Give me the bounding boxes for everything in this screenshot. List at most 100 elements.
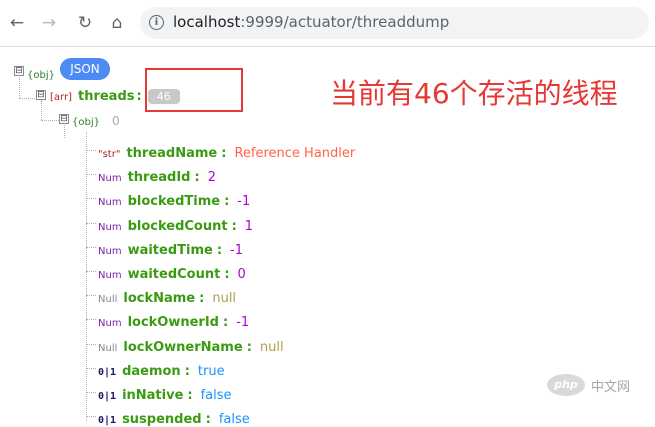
collapse-item-toggle[interactable]: ⊟	[59, 114, 69, 124]
field-row: Num blockedTime: -1	[98, 190, 250, 209]
field-row: Num waitedCount:0	[98, 263, 246, 282]
field-value: false	[218, 412, 250, 427]
url-text[interactable]: localhost:9999/actuator/threaddump	[173, 13, 449, 31]
tree-line	[86, 222, 96, 224]
field-row: Null lockName: null	[98, 287, 236, 306]
watermark: php 中文网	[547, 372, 630, 398]
type-tag: Num	[98, 221, 122, 233]
node-colon: :	[136, 89, 142, 104]
field-colon: :	[194, 170, 200, 186]
field-colon: :	[187, 388, 193, 403]
tree-line	[86, 271, 96, 272]
type-tag: {obj}	[72, 117, 100, 128]
highlight-box	[145, 68, 243, 112]
tree-line	[86, 343, 96, 345]
back-icon[interactable]: ←	[4, 10, 30, 36]
tree-line	[86, 367, 96, 369]
root-node: {obj}	[27, 63, 61, 82]
field-value: -1	[230, 242, 243, 258]
address-bar[interactable]: i localhost:9999/actuator/threaddump	[140, 7, 649, 39]
type-tag: Num	[98, 318, 122, 330]
field-row: Num blockedCount:1	[98, 215, 253, 234]
field-row: Num threadId:2	[98, 166, 216, 185]
field-colon: :	[216, 242, 223, 258]
browser-toolbar: ← → ↻ ⌂ i localhost:9999/actuator/thread…	[0, 0, 655, 47]
annotation-text: 当前有46个存活的线程	[330, 77, 618, 110]
field-row: "str" threadName: Reference Handler	[98, 142, 355, 161]
type-tag: [arr]	[50, 92, 72, 103]
field-row: Num waitedTime: -1	[98, 239, 243, 258]
tree-line	[64, 122, 65, 138]
field-key: lockName	[123, 291, 196, 307]
php-logo: php	[547, 374, 585, 396]
type-tag: Null	[98, 342, 118, 354]
type-tag: "str"	[98, 149, 121, 160]
field-value: 2	[207, 170, 216, 186]
field-value: 1	[244, 218, 254, 234]
type-tag: {obj}	[27, 70, 55, 81]
tree-line	[86, 246, 96, 248]
field-colon: :	[221, 146, 227, 161]
tree-line	[41, 120, 59, 121]
forward-icon[interactable]: →	[36, 10, 62, 36]
field-key: blockedCount	[127, 218, 228, 234]
field-colon: :	[224, 267, 230, 282]
url-host: localhost	[173, 13, 241, 31]
field-key: daemon	[122, 363, 181, 379]
tree-line	[86, 174, 96, 176]
info-icon[interactable]: i	[149, 15, 164, 30]
type-tag: Num	[98, 245, 122, 257]
type-tag: 0|1	[98, 391, 117, 402]
field-colon: :	[246, 339, 252, 355]
home-icon[interactable]: ⌂	[104, 10, 130, 36]
field-value: false	[200, 388, 232, 403]
field-row: Num lockOwnerId: -1	[98, 311, 249, 330]
url-path: :9999/actuator/threaddump	[240, 13, 450, 31]
field-value: null	[212, 291, 237, 307]
type-tag: Num	[98, 197, 122, 209]
field-key: inNative	[122, 388, 184, 403]
tree-line	[41, 100, 42, 120]
field-key: suspended	[122, 412, 202, 427]
collapse-root-toggle[interactable]: ⊟	[14, 66, 24, 76]
type-tag: 0|1	[98, 366, 117, 378]
field-colon: :	[224, 194, 230, 210]
field-colon: :	[223, 315, 229, 331]
type-tag: Num	[98, 173, 122, 185]
field-value: 0	[237, 267, 246, 282]
tree-line	[19, 98, 37, 99]
field-key: threadName	[126, 146, 218, 161]
tree-line	[86, 132, 87, 421]
field-key: lockOwnerId	[127, 315, 219, 331]
field-colon: :	[231, 218, 237, 234]
field-value: null	[259, 339, 284, 355]
field-row: 0|1 inNative: false	[98, 384, 232, 403]
field-key: threadId	[127, 170, 191, 186]
type-tag: Num	[98, 270, 122, 281]
field-row: 0|1 suspended: false	[98, 408, 250, 427]
field-colon: :	[199, 291, 205, 307]
tree-line	[86, 392, 96, 393]
field-row: 0|1 daemon: true	[98, 360, 225, 379]
tree-line	[86, 319, 96, 321]
json-view-button[interactable]: JSON	[60, 58, 110, 80]
field-key: lockOwnerName	[123, 339, 243, 355]
collapse-threads-toggle[interactable]: ⊟	[36, 90, 46, 100]
type-tag: Null	[98, 294, 118, 306]
field-key: waitedTime	[127, 242, 213, 258]
field-key: waitedCount	[127, 267, 221, 282]
field-value: -1	[237, 194, 251, 210]
tree-line	[86, 416, 96, 418]
reload-icon[interactable]: ↻	[72, 10, 98, 36]
item-index: 0	[111, 114, 120, 128]
field-value: Reference Handler	[234, 146, 356, 161]
node-key: threads	[77, 89, 135, 104]
field-colon: :	[184, 363, 190, 379]
field-key: blockedTime	[127, 194, 221, 210]
tree-line	[86, 295, 96, 297]
field-value: true	[197, 363, 225, 379]
tree-line	[86, 150, 96, 151]
tree-line	[86, 198, 96, 200]
watermark-text: 中文网	[591, 379, 631, 395]
field-colon: :	[205, 412, 211, 427]
